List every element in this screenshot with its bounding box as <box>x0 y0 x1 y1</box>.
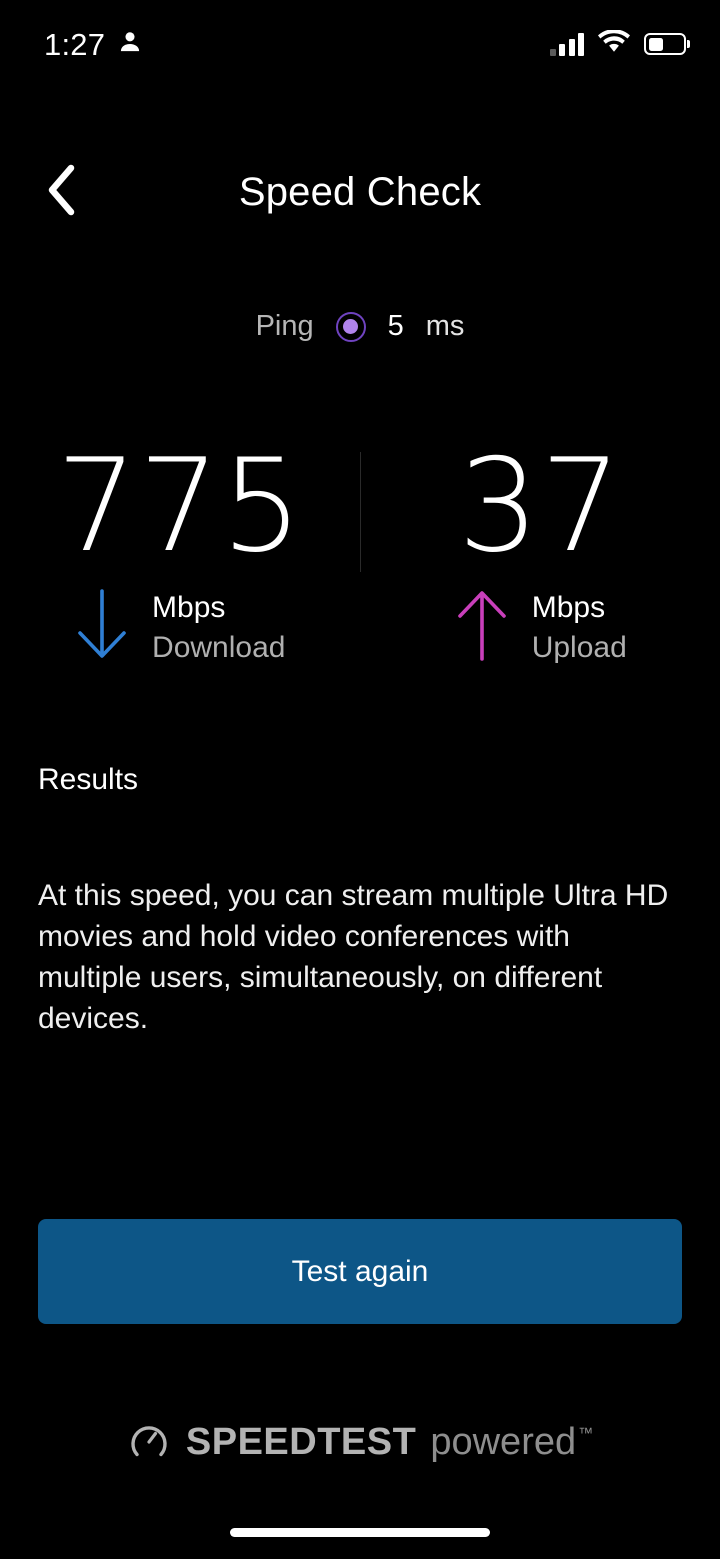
speedtest-brand: SPEEDTEST <box>185 1421 417 1463</box>
back-button[interactable] <box>30 161 92 223</box>
trademark-symbol: ™ <box>578 1425 594 1442</box>
status-bar-right <box>549 28 686 59</box>
home-indicator[interactable] <box>230 1528 490 1537</box>
ping-row: Ping 5 ms <box>0 310 720 343</box>
speedtest-gauge-icon <box>127 1418 171 1467</box>
ping-unit: ms <box>425 310 465 342</box>
arrow-down-icon <box>74 589 130 666</box>
download-labels: Mbps Download <box>152 588 285 667</box>
upload-labels: Mbps Upload <box>532 588 627 667</box>
ping-dot-icon <box>335 311 366 342</box>
speed-readouts: 775 Mbps Download 37 Mbps Upload <box>0 432 720 668</box>
ping-label: Ping <box>255 310 314 342</box>
battery-icon <box>644 33 686 55</box>
person-icon <box>117 29 143 60</box>
upload-unit: Mbps <box>531 591 606 625</box>
speedtest-tagline: powered <box>430 1421 577 1463</box>
test-again-button[interactable]: Test again <box>38 1219 682 1324</box>
page-title: Speed Check <box>238 169 482 214</box>
download-value: 775 <box>56 432 304 581</box>
chevron-left-icon <box>44 163 78 222</box>
status-bar-left: 1:27 <box>44 29 143 60</box>
speedtest-attribution: SPEEDTEST powered ™ <box>0 1418 720 1467</box>
download-speed-block: 775 Mbps Download <box>0 432 360 668</box>
results-description: At this speed, you can stream multiple U… <box>38 879 669 1036</box>
upload-meta: Mbps Upload <box>454 588 627 667</box>
upload-value: 37 <box>457 432 623 581</box>
cellular-signal-icon <box>549 32 584 56</box>
download-unit: Mbps <box>152 591 226 625</box>
speedtest-wordmark: SPEEDTEST powered ™ <box>186 1421 593 1464</box>
download-meta: Mbps Download <box>74 588 285 667</box>
download-direction: Download <box>152 630 286 664</box>
app-header: Speed Check <box>0 148 720 236</box>
status-bar: 1:27 <box>0 0 720 88</box>
upload-speed-block: 37 Mbps Upload <box>361 432 720 668</box>
arrow-up-icon <box>454 589 510 666</box>
results-heading: Results <box>38 763 139 796</box>
ping-value: 5 <box>387 310 404 342</box>
speed-check-screen: 1:27 Speed Check Ping 5 ms 775 Mbps Down… <box>0 0 720 1559</box>
upload-direction: Upload <box>531 630 627 664</box>
wifi-icon <box>598 28 630 59</box>
status-time: 1:27 <box>44 26 106 62</box>
